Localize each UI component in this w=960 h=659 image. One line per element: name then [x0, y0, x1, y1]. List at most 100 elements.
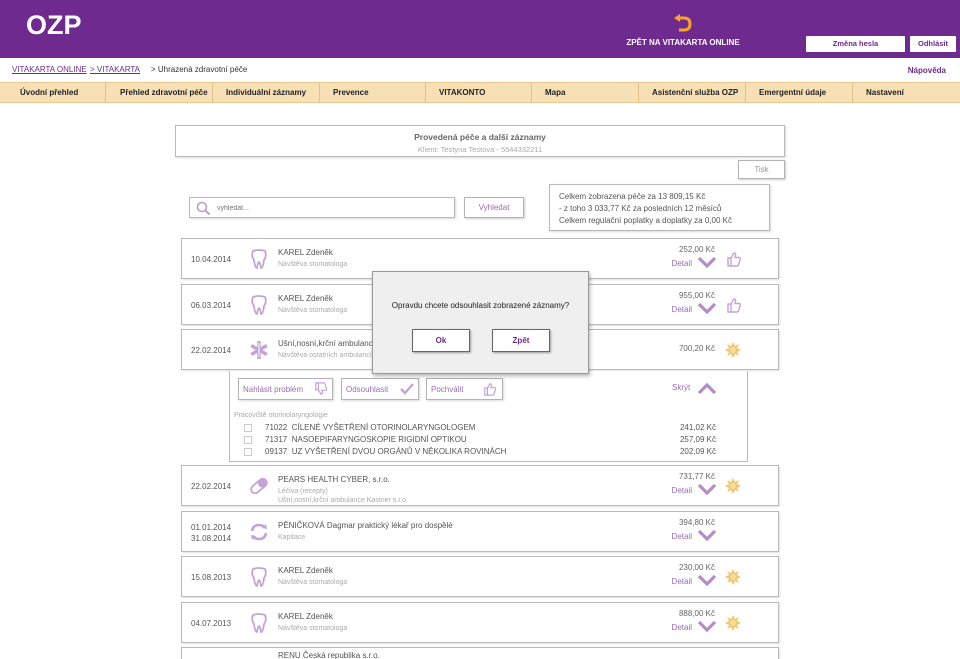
search-button[interactable]: Vyhledat: [464, 197, 524, 218]
nav-vitakonto[interactable]: VITAKONTO: [426, 83, 532, 103]
breadcrumb-vitakarta-online[interactable]: VITAKARTA ONLINE: [12, 65, 87, 74]
praise-button[interactable]: Pochválit: [426, 378, 503, 400]
record-date: 22.02.2014: [191, 482, 232, 491]
change-password-button[interactable]: Změna hesla: [806, 36, 905, 52]
detail-link[interactable]: Detail: [672, 532, 692, 541]
ok-button[interactable]: Ok: [412, 329, 470, 352]
pill-icon: [250, 477, 268, 495]
detail-link[interactable]: Detail: [672, 486, 692, 495]
procedure-code: 71317: [265, 435, 288, 444]
print-button[interactable]: Tisk: [738, 160, 785, 179]
nav-map[interactable]: Mapa: [532, 83, 639, 103]
medical-star-icon: [250, 341, 268, 359]
thumbs-up-icon[interactable]: [726, 297, 742, 313]
record-name: KAREL Zdeněk: [278, 294, 333, 303]
summary-last-12-months: - z toho 3 033,77 Kč za posledních 12 mě…: [559, 204, 722, 213]
summary-box: Celkem zobrazena péče za 13 809,15 Kč - …: [549, 184, 770, 231]
record-type: Návštěva stomatologa: [278, 579, 348, 586]
procedure-price: 241,02 Kč: [679, 423, 716, 432]
chevron-down-icon[interactable]: [698, 257, 716, 268]
procedure-row: 09137 UZ VYŠETŘENÍ DVOU ORGÁNŮ V NĚKOLIK…: [244, 447, 506, 456]
procedure-checkbox[interactable]: [244, 423, 252, 432]
record-row[interactable]: 22.02.2014 PEARS HEALTH CYBER, s.r.o. Lé…: [181, 465, 779, 506]
detail-link[interactable]: Detail: [672, 305, 692, 314]
chevron-down-icon[interactable]: [698, 530, 716, 541]
detail-link[interactable]: Detail: [672, 623, 692, 632]
chevron-down-icon[interactable]: [698, 621, 716, 632]
record-name: RENU Česká republika s.r.o.: [278, 651, 380, 659]
tooth-icon: [251, 249, 267, 269]
record-name: PĚNIČKOVÁ Dagmar praktický lékař pro dos…: [278, 521, 453, 530]
nav-overview[interactable]: Úvodní přehled: [0, 83, 106, 103]
record-amount: 394,80 Kč: [678, 518, 715, 527]
back-label: ZPĚT NA VITAKARTA ONLINE: [626, 38, 740, 47]
nav-prevention[interactable]: Prevence: [320, 83, 426, 103]
star-badge-icon[interactable]: [724, 341, 742, 359]
confirm-dialog: Opravdu chcete odsouhlasit zobrazené záz…: [372, 271, 589, 374]
nav-individual-records[interactable]: Individuální záznamy: [213, 83, 320, 103]
record-type: Návštěva stomatologa: [278, 307, 348, 314]
procedure-code: 71022: [265, 423, 288, 432]
search-field[interactable]: [189, 197, 455, 218]
nav-settings[interactable]: Nastavení: [853, 83, 960, 103]
praise-label: Pochválit: [431, 385, 464, 394]
procedure-code: 09137: [265, 447, 288, 456]
star-badge-icon[interactable]: [724, 568, 742, 586]
record-type: Návštěva ostatních ambulancí: [278, 352, 372, 359]
record-name: Ušní,nosní,krční ambulance: [278, 339, 378, 348]
record-amount: 252,00 Kč: [678, 245, 715, 254]
record-date: 01.01.2014: [191, 522, 232, 532]
nav-care-overview[interactable]: Přehled zdravotní péče: [106, 83, 213, 103]
hide-link[interactable]: Skrýt: [672, 383, 690, 392]
record-amount: 230,00 Kč: [678, 563, 715, 572]
ozp-logo[interactable]: OZP: [26, 10, 82, 41]
record-date: 10.04.2014: [191, 255, 232, 264]
record-row[interactable]: 04.07.2013 KAREL Zdeněk Návštěva stomato…: [181, 602, 779, 643]
record-name: KAREL Zdeněk: [278, 248, 333, 257]
procedure-text: NASOEPIFARYNGOSKOPIE RIGIDNÍ OPTIKOU: [291, 435, 467, 444]
chevron-up-icon[interactable]: [698, 383, 716, 394]
thumbs-up-icon: [484, 383, 497, 396]
record-amount: 700,20 Kč: [678, 344, 715, 353]
procedure-text: CÍLENÉ VYŠETŘENÍ OTORINOLARYNGOLOGEM: [291, 423, 476, 432]
record-row[interactable]: RENU Česká republika s.r.o.: [181, 647, 779, 659]
logout-button[interactable]: Odhlásit: [910, 36, 956, 52]
record-name: KAREL Zdeněk: [278, 612, 333, 621]
main-nav: Úvodní přehled Přehled zdravotní péče In…: [0, 82, 960, 103]
procedure-price: 202,09 Kč: [679, 447, 716, 456]
report-problem-button[interactable]: Nahlásit problém: [238, 378, 333, 400]
procedure-checkbox[interactable]: [244, 447, 252, 456]
record-date: 15.08.2013: [191, 573, 232, 582]
star-badge-icon[interactable]: [724, 614, 742, 632]
breadcrumb-vitakarta[interactable]: > VITAKARTA: [90, 65, 140, 74]
approve-button[interactable]: Odsouhlasit: [341, 378, 419, 400]
thumbs-up-icon[interactable]: [726, 251, 742, 267]
chevron-down-icon[interactable]: [698, 303, 716, 314]
record-row[interactable]: 01.01.2014 31.08.2014 PĚNIČKOVÁ Dagmar pr…: [181, 511, 779, 552]
record-row[interactable]: 15.08.2013 KAREL Zdeněk Návštěva stomato…: [181, 556, 779, 597]
detail-link[interactable]: Detail: [672, 259, 692, 268]
chevron-down-icon[interactable]: [698, 575, 716, 586]
back-to-vitakarta-button[interactable]: ZPĚT NA VITAKARTA ONLINE: [620, 14, 746, 47]
help-link[interactable]: Nápověda: [908, 66, 946, 75]
workplace-label: Pracoviště otorinolaryngologie: [234, 412, 328, 419]
tooth-icon: [251, 613, 267, 633]
search-input[interactable]: [217, 202, 437, 214]
detail-link[interactable]: Detail: [672, 577, 692, 586]
star-badge-icon[interactable]: [724, 477, 742, 495]
back-arrow-icon: [674, 14, 692, 32]
record-type: Návštěva stomatologa: [278, 625, 348, 632]
back-button[interactable]: Zpět: [492, 329, 550, 352]
record-amount: 888,00 Kč: [678, 609, 715, 618]
procedure-row: 71022 CÍLENÉ VYŠETŘENÍ OTORINOLARYNGOLOG…: [244, 423, 475, 432]
record-date: 06.03.2014: [191, 301, 232, 310]
client-info: Klient: Testyna Testova - 5544332211: [417, 145, 543, 154]
nav-emergency-data[interactable]: Emergentní údaje: [746, 83, 853, 103]
report-problem-label: Nahlásit problém: [243, 385, 304, 394]
chevron-down-icon[interactable]: [698, 484, 716, 495]
procedure-price: 257,09 Kč: [679, 435, 716, 444]
record-type: Návštěva stomatologa: [278, 261, 348, 268]
nav-assistance[interactable]: Asistenční služba OZP: [639, 83, 746, 103]
page-title-box: Provedená péče a další záznamy Klient: T…: [175, 125, 785, 157]
procedure-checkbox[interactable]: [244, 435, 252, 444]
